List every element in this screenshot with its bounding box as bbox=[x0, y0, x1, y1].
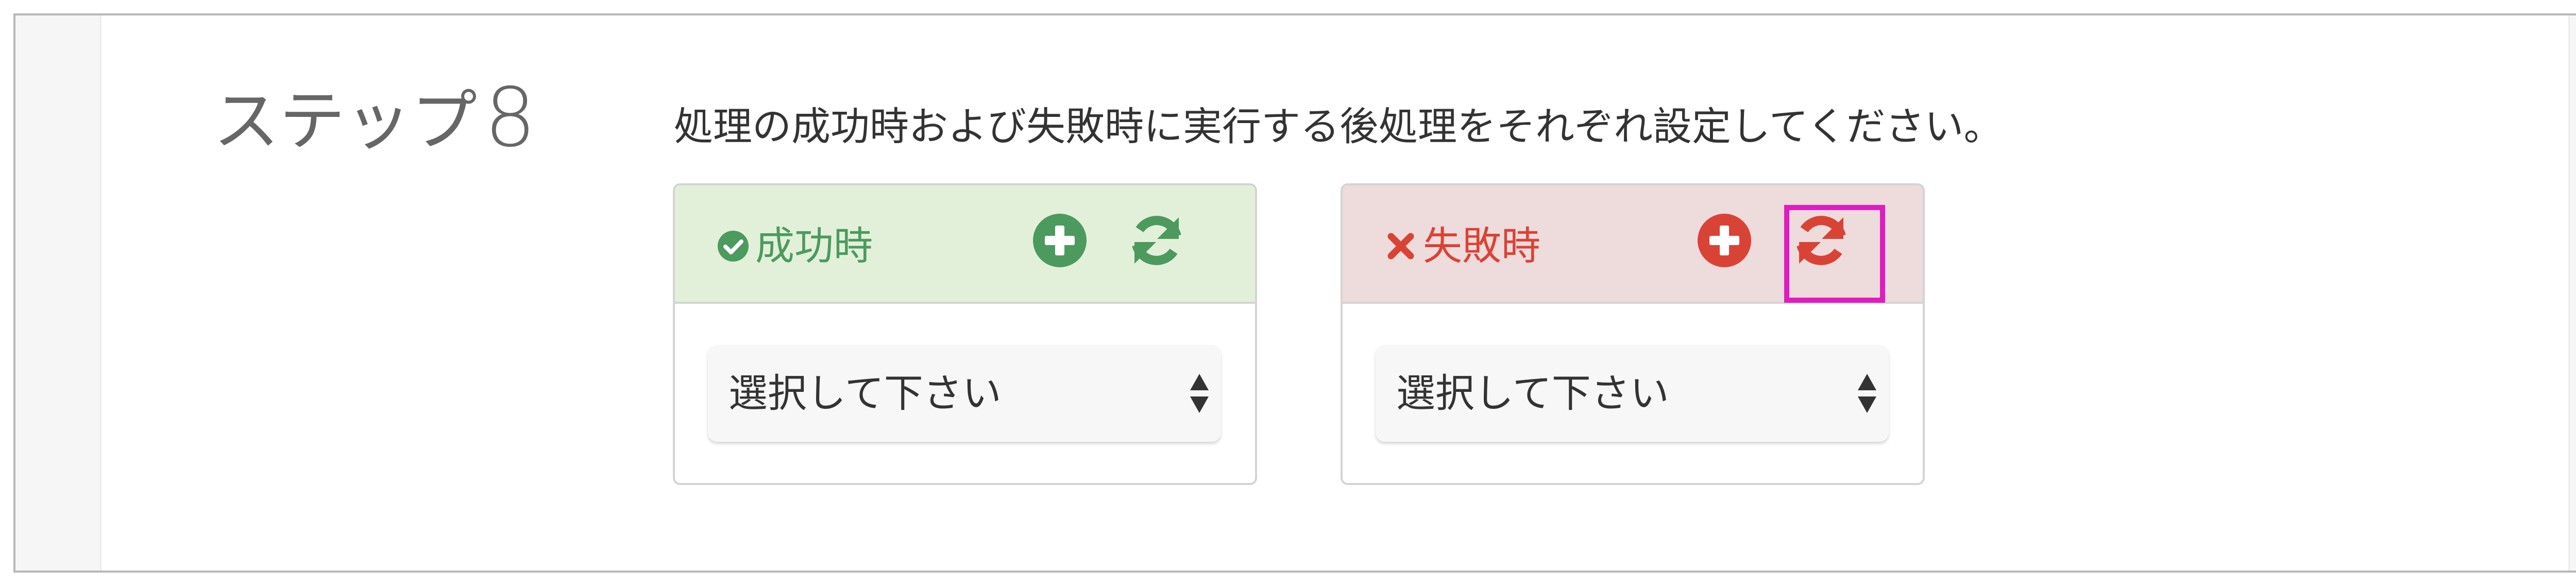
x-icon bbox=[1384, 229, 1418, 263]
plus-circle-icon bbox=[1698, 214, 1751, 267]
failure-refresh-button[interactable] bbox=[1793, 212, 1850, 269]
success-title: 成功時 bbox=[716, 227, 873, 266]
failure-panel: 失敗時 選択して下さい bbox=[1341, 183, 1925, 485]
success-title-label: 成功時 bbox=[755, 223, 873, 269]
success-add-button[interactable] bbox=[1031, 212, 1088, 269]
select-arrows-icon bbox=[1190, 374, 1209, 413]
failure-add-button[interactable] bbox=[1696, 212, 1753, 269]
refresh-icon bbox=[1797, 216, 1846, 265]
check-circle-icon bbox=[716, 229, 750, 263]
failure-select[interactable]: 選択して下さい bbox=[1376, 345, 1889, 442]
failure-select-value: 選択して下さい bbox=[1396, 370, 1669, 416]
step-number: 8 bbox=[484, 71, 536, 165]
failure-panel-header: 失敗時 bbox=[1343, 185, 1923, 304]
success-panel: 成功時 選択して下さい bbox=[673, 183, 1257, 485]
plus-circle-icon bbox=[1033, 214, 1087, 267]
step-label: ステップ bbox=[213, 83, 478, 160]
success-panel-header: 成功時 bbox=[675, 185, 1255, 304]
failure-title-label: 失敗時 bbox=[1423, 223, 1540, 269]
success-select-value: 選択して下さい bbox=[728, 370, 1002, 416]
select-arrows-icon bbox=[1858, 374, 1876, 413]
refresh-icon bbox=[1132, 216, 1181, 265]
failure-title: 失敗時 bbox=[1384, 227, 1540, 266]
step-description: 処理の成功時および失敗時に実行する後処理をそれぞれ設定してください。 bbox=[674, 103, 2003, 149]
step-heading: ステップ8 bbox=[213, 75, 536, 160]
success-select[interactable]: 選択して下さい bbox=[708, 345, 1221, 442]
success-refresh-button[interactable] bbox=[1128, 212, 1185, 269]
